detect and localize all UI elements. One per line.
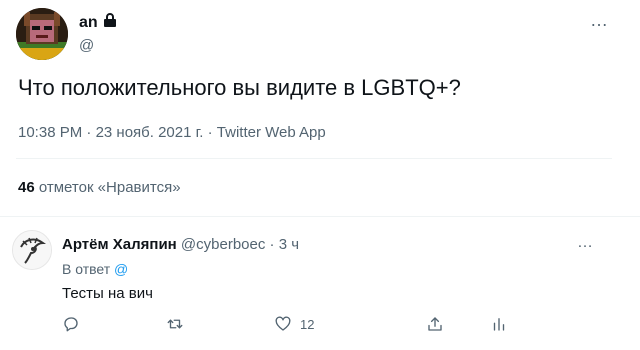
reply-icon	[64, 317, 78, 332]
retweet-icon	[167, 319, 183, 329]
reply-text: Тесты на вич	[62, 285, 153, 302]
reply-avatar[interactable]	[12, 230, 52, 270]
author-handle[interactable]: @	[79, 37, 94, 54]
reply-to-label: В ответ	[62, 261, 111, 277]
reply-avatar-image	[13, 231, 51, 269]
author-name-row[interactable]: an	[79, 12, 118, 33]
author-avatar-image	[16, 8, 68, 60]
likes-stat[interactable]: 46 отметок «Нравится»	[18, 179, 181, 196]
more-icon[interactable]: …	[590, 10, 609, 31]
like-count: 12	[300, 316, 315, 332]
reply-to-handle[interactable]: @	[114, 261, 128, 277]
tweet-text: Что положительного вы видите в LGBTQ+?	[18, 75, 461, 100]
like-button[interactable]: 12	[274, 315, 314, 333]
author-name[interactable]: an	[79, 14, 98, 32]
author-avatar[interactable]	[16, 8, 68, 60]
likes-label: отметок «Нравится»	[38, 179, 181, 196]
analytics-button[interactable]	[490, 315, 508, 333]
reply-separator: ·	[265, 236, 279, 253]
more-icon[interactable]: …	[577, 234, 594, 252]
analytics-icon	[493, 318, 505, 331]
reply-header: Артём Халяпин @cyberboec · 3 ч	[62, 236, 299, 253]
share-button[interactable]	[426, 315, 444, 333]
tweet-time[interactable]: 10:38 PM	[18, 124, 82, 141]
divider	[16, 158, 612, 159]
reply-author-handle[interactable]: @cyberboec	[181, 236, 265, 253]
reply-author-name[interactable]: Артём Халяпин	[62, 236, 177, 253]
tweet-date[interactable]: 23 нояб. 2021 г.	[96, 124, 204, 141]
reply-time[interactable]: 3 ч	[279, 236, 299, 253]
divider	[0, 216, 640, 217]
reply-to: В ответ @	[62, 261, 128, 277]
tweet-source[interactable]: Twitter Web App	[217, 124, 326, 141]
reply-button[interactable]	[62, 315, 88, 333]
likes-count: 46	[18, 179, 35, 196]
tweet-meta: 10:38 PM · 23 нояб. 2021 г. · Twitter We…	[18, 124, 326, 141]
meta-separator: ·	[203, 124, 217, 141]
lock-icon	[102, 12, 118, 33]
meta-separator: ·	[82, 124, 96, 141]
share-icon	[428, 317, 442, 331]
retweet-button[interactable]	[166, 315, 192, 333]
like-icon	[275, 316, 291, 331]
